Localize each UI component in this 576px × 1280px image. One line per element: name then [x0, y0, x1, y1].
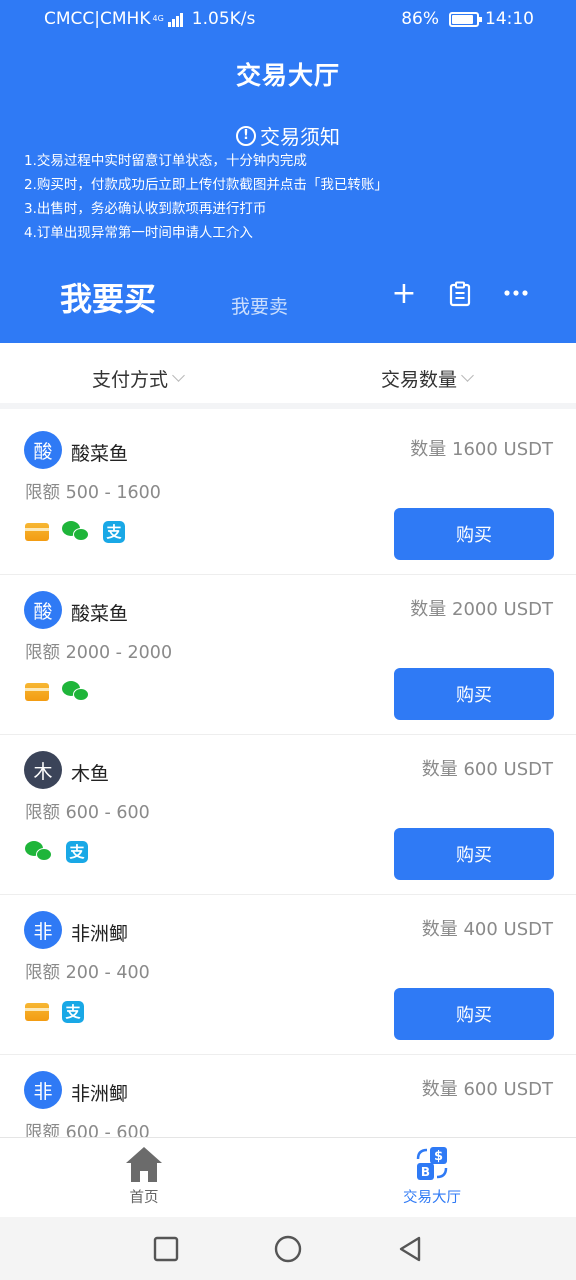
- listing-row: 非非洲鲫 数量 400 USDT 限额 200 - 400 支 购买: [0, 895, 576, 1055]
- listing-row: 酸酸菜鱼 数量 1600 USDT 限额 500 - 1600 支 购买: [0, 415, 576, 575]
- clipboard-icon[interactable]: [446, 280, 474, 308]
- exchange-icon: $ B: [382, 1144, 482, 1184]
- plus-icon[interactable]: +: [390, 279, 418, 309]
- signal-icon: [167, 11, 184, 27]
- system-home-button[interactable]: [274, 1235, 302, 1263]
- network-speed: 1.05K/s: [191, 9, 256, 29]
- notice-item: 3.出售时，务必确认收到款项再进行打币: [24, 201, 267, 217]
- bottom-nav: 首页 $ B 交易大厅: [0, 1137, 576, 1217]
- listing-row: 木木鱼 数量 600 USDT 限额 600 - 600 支 购买: [0, 735, 576, 895]
- seller-name: 非洲鲫: [71, 1083, 129, 1105]
- quantity-label: 数量 2000 USDT: [410, 599, 553, 620]
- notice-item: 2.购买时，付款成功后立即上传付款截图并点击「我已转账」: [24, 177, 388, 193]
- status-left: CMCC|CMHK 4G 1.05K/s: [44, 9, 255, 29]
- payment-methods: 支: [25, 1001, 97, 1023]
- limit-label: 限额 600 - 600: [25, 1123, 150, 1137]
- notice-item: 4.订单出现异常第一时间申请人工介入: [24, 225, 253, 241]
- quantity-label: 数量 600 USDT: [421, 759, 553, 780]
- quantity-filter-label: 交易数量: [381, 369, 458, 391]
- limit-label: 限额 200 - 400: [25, 963, 150, 983]
- avatar: 木: [24, 751, 62, 789]
- buy-button[interactable]: 购买: [394, 508, 554, 560]
- listing-row: 酸酸菜鱼 数量 2000 USDT 限额 2000 - 2000 购买: [0, 575, 576, 735]
- nav-home[interactable]: 首页: [94, 1144, 194, 1207]
- battery-percent: 86%: [401, 9, 439, 29]
- payment-filter-label: 支付方式: [92, 369, 169, 391]
- clock: 14:10: [485, 9, 534, 29]
- alipay-icon: 支: [66, 841, 88, 863]
- buy-button[interactable]: 购买: [394, 668, 554, 720]
- status-right: 86% 14:10: [401, 9, 534, 29]
- limit-label: 限额 2000 - 2000: [25, 643, 173, 663]
- quantity-label: 数量 600 USDT: [421, 1079, 553, 1100]
- avatar: 酸: [24, 431, 62, 469]
- buy-button[interactable]: 购买: [394, 988, 554, 1040]
- quantity-label: 数量 1600 USDT: [410, 439, 553, 460]
- notice-list: 1.交易过程中实时留意订单状态，十分钟内完成 2.购买时，付款成功后立即上传付款…: [24, 149, 564, 245]
- avatar: 非: [24, 1071, 62, 1109]
- seller-name: 非洲鲫: [71, 923, 129, 945]
- system-back-button[interactable]: [396, 1235, 424, 1263]
- notice-heading: ! 交易须知: [0, 121, 576, 150]
- notice-title: 交易须知: [260, 125, 340, 149]
- page-title: 交易大厅: [235, 61, 340, 90]
- bank-card-icon: [25, 1003, 49, 1021]
- more-icon[interactable]: [502, 279, 530, 307]
- svg-text:B: B: [421, 1165, 430, 1179]
- buy-button[interactable]: 购买: [394, 828, 554, 880]
- payment-methods: 支: [25, 841, 101, 863]
- nav-home-label: 首页: [129, 1190, 159, 1206]
- seller-name: 酸菜鱼: [71, 443, 129, 465]
- quantity-label: 数量 400 USDT: [421, 919, 553, 940]
- chevron-down-icon: [172, 369, 185, 382]
- home-icon: [94, 1144, 194, 1184]
- payment-methods: 支: [25, 521, 138, 543]
- limit-label: 限额 500 - 1600: [25, 483, 161, 503]
- seller-name: 木鱼: [71, 763, 110, 785]
- battery-fill: [452, 14, 473, 24]
- carrier-label: CMCC|CMHK: [44, 9, 151, 29]
- wechat-icon: [62, 521, 90, 543]
- bank-card-icon: [25, 683, 49, 701]
- limit-label: 限额 600 - 600: [25, 803, 150, 823]
- tab-sell[interactable]: 我要卖: [231, 292, 288, 319]
- listing-row: 非非洲鲫数量 600 USDT限额 600 - 600购买: [0, 1055, 576, 1137]
- status-bar: CMCC|CMHK 4G 1.05K/s 86% 14:10: [0, 0, 576, 38]
- svg-text:$: $: [434, 1149, 443, 1164]
- tab-buy[interactable]: 我要买: [60, 274, 156, 320]
- payment-methods: [25, 681, 103, 703]
- notice-item: 1.交易过程中实时留意订单状态，十分钟内完成: [24, 153, 307, 169]
- alipay-icon: 支: [62, 1001, 84, 1023]
- filter-bar: 支付方式 交易数量: [0, 343, 576, 409]
- avatar: 酸: [24, 591, 62, 629]
- header: CMCC|CMHK 4G 1.05K/s 86% 14:10 交易大厅 ! 交易…: [0, 0, 576, 343]
- avatar: 非: [24, 911, 62, 949]
- network-tag: 4G: [152, 14, 164, 23]
- nav-hall-label: 交易大厅: [403, 1190, 461, 1206]
- recent-apps-button[interactable]: [152, 1235, 180, 1263]
- battery-icon: [449, 11, 482, 27]
- wechat-icon: [62, 681, 90, 703]
- bank-card-icon: [25, 523, 49, 541]
- quantity-filter[interactable]: 交易数量: [381, 365, 474, 392]
- payment-filter[interactable]: 支付方式: [92, 365, 185, 392]
- alipay-icon: 支: [103, 521, 125, 543]
- seller-name: 酸菜鱼: [71, 603, 129, 625]
- nav-trading-hall[interactable]: $ B 交易大厅: [382, 1144, 482, 1207]
- system-nav-bar: [0, 1217, 576, 1280]
- listing: 酸酸菜鱼 数量 1600 USDT 限额 500 - 1600 支购买酸酸菜鱼 数量 2…: [0, 415, 576, 1137]
- wechat-icon: [25, 841, 53, 863]
- info-icon: !: [236, 125, 256, 146]
- chevron-down-icon: [461, 369, 474, 382]
- app-screen: CMCC|CMHK 4G 1.05K/s 86% 14:10 交易大厅 ! 交易…: [0, 0, 576, 1280]
